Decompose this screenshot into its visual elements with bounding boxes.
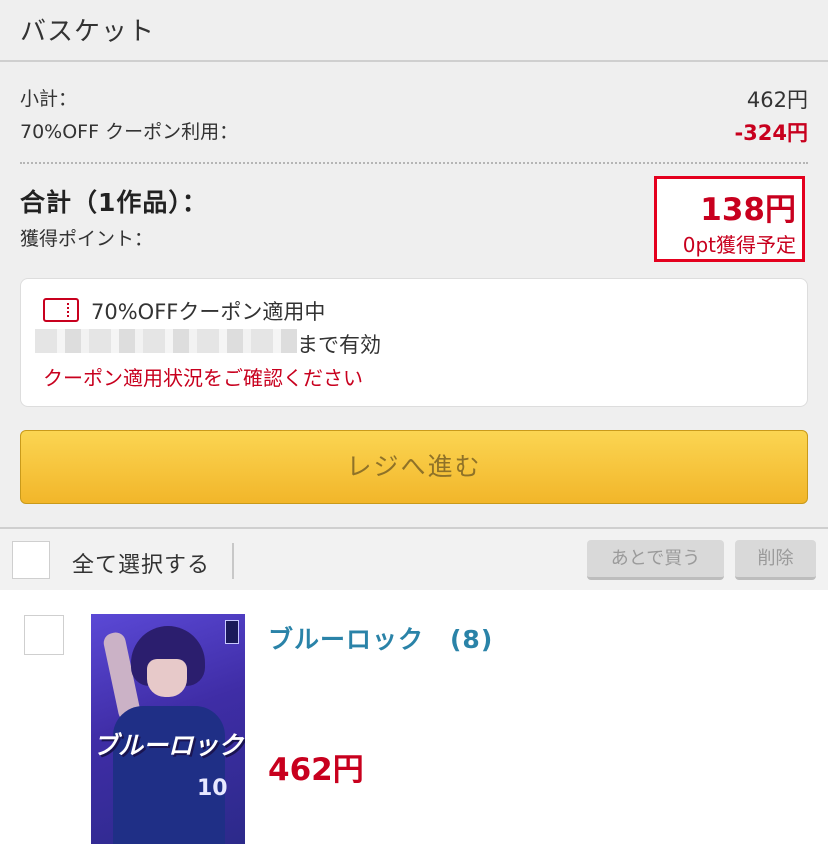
- item-title-link[interactable]: ブルーロック (8): [268, 620, 493, 656]
- basket-item: ブルーロック 10 ブルーロック (8) 462円: [0, 590, 828, 860]
- total-price: 138円: [700, 192, 796, 228]
- coupon-valid-until: まで有効: [297, 333, 381, 357]
- coupon-status-link[interactable]: クーポン適用状況をご確認ください: [43, 362, 363, 391]
- buy-later-button[interactable]: あとで買う: [587, 540, 724, 580]
- coupon-card: 70%OFFクーポン適用中 まで有効 クーポン適用状況をご確認ください: [20, 278, 808, 407]
- coupon-ticket-icon: [43, 298, 79, 322]
- header: バスケット: [0, 0, 828, 62]
- subtotal-value: 462円: [746, 88, 808, 112]
- cover-jersey-number: 10: [197, 776, 228, 801]
- redacted-date: [35, 329, 297, 353]
- points-value: 0pt獲得予定: [682, 233, 796, 257]
- page-title: バスケット: [20, 17, 156, 47]
- book-cover-image[interactable]: ブルーロック 10: [91, 614, 245, 844]
- total-box: 138円 0pt獲得予定: [654, 176, 805, 262]
- select-all-label[interactable]: 全て選択する: [72, 547, 210, 579]
- subtotal-label: 小計：: [20, 88, 78, 110]
- item-price: 462円: [268, 752, 364, 788]
- dotted-divider: [20, 162, 808, 164]
- total-label: 合計（1作品）：: [20, 188, 208, 217]
- delete-button[interactable]: 削除: [735, 540, 816, 580]
- cover-logo: ブルーロック: [92, 731, 243, 760]
- coupon-discount-value: -324円: [734, 121, 808, 145]
- divider: [232, 543, 234, 579]
- checkout-button[interactable]: レジへ進む: [20, 430, 808, 504]
- select-all-checkbox[interactable]: [12, 541, 50, 579]
- coupon-discount-label: 70%OFF クーポン利用：: [20, 121, 239, 143]
- item-checkbox[interactable]: [24, 615, 64, 655]
- coupon-title: 70%OFFクーポン適用中: [91, 300, 326, 324]
- points-label: 獲得ポイント：: [20, 228, 154, 250]
- selection-bar: 全て選択する あとで買う 削除: [0, 527, 828, 592]
